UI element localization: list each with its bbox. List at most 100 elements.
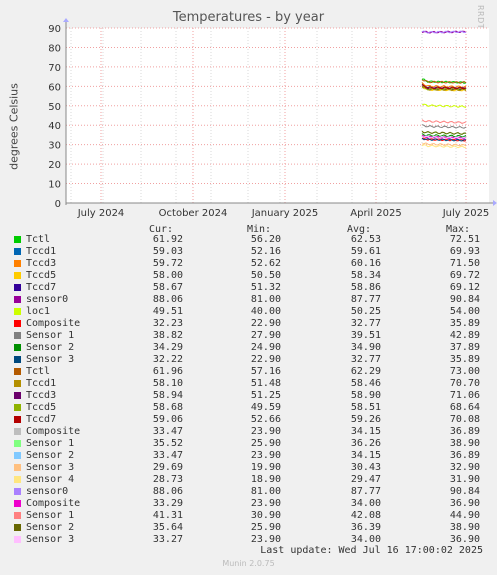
legend-series-name: Sensor 3 — [26, 462, 75, 473]
legend-row: loc1 49.51 40.00 50.25 54.00 — [12, 306, 492, 318]
y-tick-label: 70 — [48, 63, 61, 74]
x-tick-label: July 2025 — [442, 208, 490, 219]
legend-max-value: 38.90 — [449, 522, 480, 533]
legend-swatch — [14, 536, 21, 543]
legend-min-value: 25.90 — [250, 522, 281, 533]
legend-min-value: 25.90 — [250, 438, 281, 449]
legend-series-name: Tccd5 — [26, 270, 57, 281]
legend-cur-value: 59.72 — [152, 258, 183, 269]
legend-min-value: 81.00 — [250, 486, 281, 497]
legend-avg-value: 87.77 — [350, 486, 381, 497]
legend-avg-value: 59.61 — [350, 246, 381, 257]
legend-swatch — [14, 488, 21, 495]
y-tick-label: 40 — [48, 121, 61, 132]
legend-max-value: 69.12 — [449, 282, 480, 293]
legend-max-value: 90.84 — [449, 294, 480, 305]
legend-min-value: 24.90 — [250, 342, 281, 353]
legend-series-name: sensor0 — [26, 486, 69, 497]
legend-swatch — [14, 344, 21, 351]
legend-series-name: Sensor 3 — [26, 354, 75, 365]
legend-swatch — [14, 416, 21, 423]
legend-cur-value: 33.47 — [152, 450, 183, 461]
legend-min-value: 57.16 — [250, 366, 281, 377]
legend-cur-value: 61.96 — [152, 366, 183, 377]
legend-swatch — [14, 404, 21, 411]
legend-cur-value: 58.10 — [152, 378, 183, 389]
y-tick-label: 10 — [48, 180, 61, 191]
legend-swatch — [14, 356, 21, 363]
legend-swatch — [14, 512, 21, 519]
legend-series-name: Tccd7 — [26, 282, 57, 293]
legend-min-value: 51.48 — [250, 378, 281, 389]
legend-swatch — [14, 236, 21, 243]
legend-series-name: Tctl — [26, 234, 51, 245]
legend-cur-value: 33.29 — [152, 498, 183, 509]
legend-swatch — [14, 320, 21, 327]
legend-row: Sensor 3 32.22 22.90 32.77 35.89 — [12, 354, 492, 366]
legend-max-value: 32.90 — [449, 462, 480, 473]
legend-row: Composite 32.23 22.90 32.77 35.89 — [12, 318, 492, 330]
legend-series-name: Sensor 4 — [26, 474, 75, 485]
legend-swatch — [14, 392, 21, 399]
legend-row: Composite 33.47 23.90 34.15 36.89 — [12, 426, 492, 438]
legend-swatch — [14, 524, 21, 531]
x-axis-arrow — [493, 200, 497, 206]
legend-series-name: Sensor 1 — [26, 510, 75, 521]
legend-min-value: 23.90 — [250, 426, 281, 437]
legend-max-value: 73.00 — [449, 366, 480, 377]
legend-max-value: 37.89 — [449, 342, 480, 353]
legend-avg-value: 29.47 — [350, 474, 381, 485]
legend-cur-value: 49.51 — [152, 306, 183, 317]
legend-avg-value: 60.16 — [350, 258, 381, 269]
legend-swatch — [14, 296, 21, 303]
legend-max-value: 44.90 — [449, 510, 480, 521]
legend-max-value: 35.89 — [449, 354, 480, 365]
legend-max-value: 72.51 — [449, 234, 480, 245]
legend-row: Tctl 61.96 57.16 62.29 73.00 — [12, 366, 492, 378]
legend-min-value: 52.16 — [250, 246, 281, 257]
legend-row: Sensor 3 29.69 19.90 30.43 32.90 — [12, 462, 492, 474]
legend-avg-value: 39.51 — [350, 330, 381, 341]
legend-series-name: Sensor 2 — [26, 342, 75, 353]
legend-max-value: 31.90 — [449, 474, 480, 485]
legend-swatch — [14, 272, 21, 279]
legend-avg-value: 42.08 — [350, 510, 381, 521]
legend-cur-value: 88.06 — [152, 486, 183, 497]
legend-avg-value: 50.25 — [350, 306, 381, 317]
legend-series-name: Sensor 1 — [26, 330, 75, 341]
legend-cur-value: 59.06 — [152, 414, 183, 425]
legend-avg-value: 34.15 — [350, 450, 381, 461]
y-axis-arrow — [63, 18, 69, 22]
y-tick-label: 0 — [55, 199, 61, 210]
legend-swatch — [14, 284, 21, 291]
legend-row: Tccd1 59.03 52.16 59.61 69.93 — [12, 246, 492, 258]
legend-min-value: 52.62 — [250, 258, 281, 269]
legend-row: Sensor 1 38.82 27.90 39.51 42.89 — [12, 330, 492, 342]
legend-cur-value: 35.52 — [152, 438, 183, 449]
legend-swatch — [14, 308, 21, 315]
legend-min-value: 18.90 — [250, 474, 281, 485]
y-tick-label: 50 — [48, 102, 61, 113]
legend-max-value: 36.90 — [449, 498, 480, 509]
legend-series-name: Tctl — [26, 366, 51, 377]
legend-max-value: 54.00 — [449, 306, 480, 317]
legend-cur-value: 88.06 — [152, 294, 183, 305]
legend-row: Sensor 2 33.47 23.90 34.15 36.89 — [12, 450, 492, 462]
legend-cur-value: 59.03 — [152, 246, 183, 257]
legend-cur-value: 32.23 — [152, 318, 183, 329]
legend-swatch — [14, 452, 21, 459]
legend-row: Tccd5 58.68 49.59 58.51 68.64 — [12, 402, 492, 414]
legend-min-value: 50.50 — [250, 270, 281, 281]
legend-min-value: 49.59 — [250, 402, 281, 413]
legend-cur-value: 29.69 — [152, 462, 183, 473]
legend-row: Sensor 2 34.29 24.90 34.90 37.89 — [12, 342, 492, 354]
legend-max-value: 69.72 — [449, 270, 480, 281]
legend-series-name: Tccd5 — [26, 402, 57, 413]
legend-avg-value: 87.77 — [350, 294, 381, 305]
legend-min-value: 23.90 — [250, 534, 281, 545]
legend-max-value: 71.50 — [449, 258, 480, 269]
legend-min-value: 27.90 — [250, 330, 281, 341]
legend-cur-value: 28.73 — [152, 474, 183, 485]
legend-max-value: 35.89 — [449, 318, 480, 329]
legend-min-value: 19.90 — [250, 462, 281, 473]
